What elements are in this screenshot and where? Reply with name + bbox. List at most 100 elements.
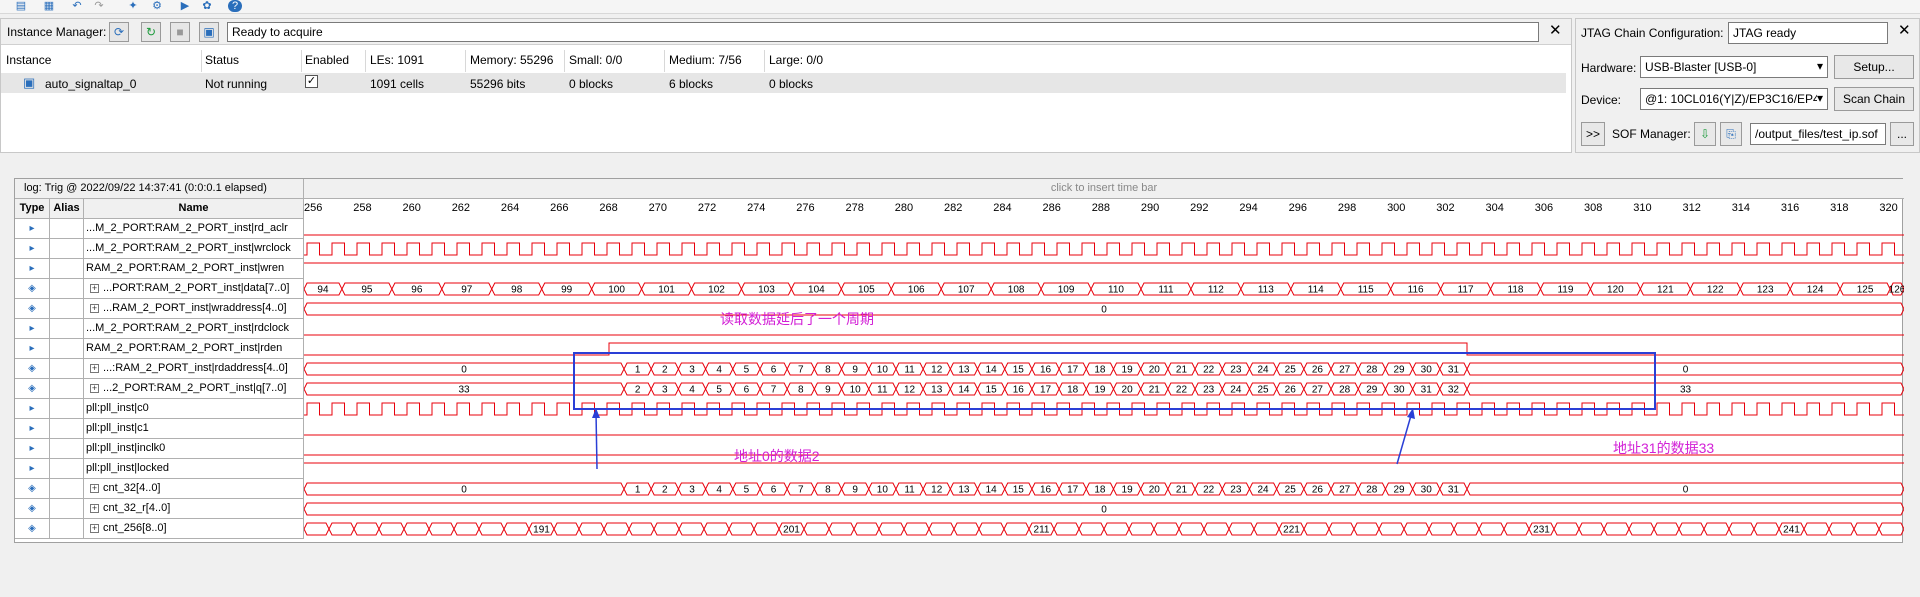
redo-icon[interactable]: ↷ [92,0,106,12]
scan-chain-button[interactable]: Scan Chain [1834,87,1914,111]
col-memory[interactable]: Memory: 55296 [470,53,553,67]
bus-value-label: 4 [716,365,722,376]
col-status[interactable]: Status [205,53,239,67]
name-column-header[interactable]: Name [84,199,304,219]
signal-row[interactable]: ◈ + cnt_256[8..0] [15,519,304,539]
bus-segment [903,522,930,536]
pin-type-icon: ▸ [15,439,50,459]
signal-row[interactable]: ▸ RAM_2_PORT:RAM_2_PORT_inst|rden [15,339,304,359]
col-instance[interactable]: Instance [6,53,51,67]
expand-icon[interactable]: + [90,524,99,533]
expand-icon[interactable]: + [90,484,99,493]
signal-row[interactable]: ▸ ...M_2_PORT:RAM_2_PORT_inst|wrclock [15,239,304,259]
node-finder-icon[interactable]: ✦ [126,0,140,12]
bus-value-label: 0 [1101,505,1107,516]
help-icon[interactable]: ? [228,0,242,12]
bus-type-icon: ◈ [15,279,50,299]
signal-row[interactable]: ◈ + ...2_PORT:RAM_2_PORT_inst|q[7..0] [15,379,304,399]
tick-label: 256 [304,202,323,214]
bus-segment [1628,522,1655,536]
time-bar[interactable]: click to insert time bar [304,179,1904,199]
pin-type-icon: ▸ [15,219,50,239]
signal-name: pll:pll_inst|locked [84,459,304,479]
alias-column-header[interactable]: Alias [50,199,84,219]
signal-row[interactable]: ◈ + cnt_32_r[4..0] [15,499,304,519]
type-column-header[interactable]: Type [15,199,50,219]
tick-label: 286 [1042,202,1061,214]
bus-value-label: 30 [1421,485,1433,496]
waveform-canvas[interactable]: 94 95 96 97 98 99 100 101 102 103 104 105 106 107 108 1… [304,219,1904,544]
stop-button[interactable]: ■ [170,22,190,42]
bus-value-label: 8 [825,485,831,496]
tick-label: 260 [402,202,421,214]
signal-row[interactable]: ◈ + ...PORT:RAM_2_PORT_inst|data[7..0] [15,279,304,299]
signal-row[interactable]: ◈ + ...:RAM_2_PORT_inst|rdaddress[4..0] [15,359,304,379]
program-device-icon[interactable]: ⇩ [1694,122,1716,146]
stop-analysis-icon[interactable]: ✿ [200,0,214,12]
signal-name-text: cnt_32[4..0] [103,482,161,494]
autorun-icon[interactable]: ⚙ [150,0,164,12]
bus-value-label: 10 [877,365,889,376]
bus-value-label: 16 [1013,385,1025,396]
setup-button[interactable]: Setup... [1834,55,1914,79]
bus-segment [603,522,630,536]
refresh-button[interactable]: ↻ [141,22,161,42]
run-icon[interactable]: ▶ [178,0,192,12]
signal-row[interactable]: ▸ ...M_2_PORT:RAM_2_PORT_inst|rd_aclr [15,219,304,239]
tick-label: 268 [599,202,618,214]
signal-row[interactable]: ◈ + cnt_32[4..0] [15,479,304,499]
close-instance-manager-icon[interactable]: ✕ [1549,22,1562,40]
undo-icon[interactable]: ↶ [70,0,84,12]
col-les[interactable]: LEs: 1091 [370,53,424,67]
signal-row[interactable]: ▸ RAM_2_PORT:RAM_2_PORT_inst|wren [15,259,304,279]
attach-icon[interactable]: ⎘ [1720,122,1742,146]
close-jtag-icon[interactable]: ✕ [1898,22,1911,40]
expand-icon[interactable]: + [90,364,99,373]
bus-segment [1503,522,1530,536]
bus-value-label: 30 [1393,385,1405,396]
autodetect-button[interactable]: ⟳ [109,22,129,42]
alias-cell [50,259,84,279]
read-data-button[interactable]: ▣ [199,22,219,42]
expand-button[interactable]: >> [1581,122,1605,146]
alias-cell [50,419,84,439]
sof-file-field[interactable]: /output_files/test_ip.sof [1750,123,1886,145]
expand-icon[interactable]: + [90,504,99,513]
bus-value-label: 0 [1101,305,1107,316]
tick-label: 292 [1190,202,1209,214]
bus-segment [1753,522,1780,536]
signal-row[interactable]: ▸ ...M_2_PORT:RAM_2_PORT_inst|rdclock [15,319,304,339]
signal-row[interactable]: ▸ pll:pll_inst|c1 [15,419,304,439]
expand-icon[interactable]: + [90,384,99,393]
device-select[interactable]: @1: 10CL016(Y|Z)/EP3C16/EP4 ▾ [1640,88,1828,110]
signal-row[interactable]: ▸ pll:pll_inst|c0 [15,399,304,419]
signal-row[interactable]: ▸ pll:pll_inst|locked [15,459,304,479]
bus-segment [728,522,755,536]
col-enabled[interactable]: Enabled [305,53,349,67]
col-large[interactable]: Large: 0/0 [769,53,823,67]
browse-button[interactable]: ... [1890,122,1914,146]
bus-value-label: 33 [1680,385,1692,396]
save-icon[interactable]: ▤ [14,0,28,12]
signal-row[interactable]: ◈ + ...RAM_2_PORT_inst|wraddress[4..0] [15,299,304,319]
bus-value-label: 20 [1149,365,1161,376]
expand-icon[interactable]: + [90,304,99,313]
expand-icon[interactable]: + [90,284,99,293]
open-icon[interactable]: ▦ [42,0,56,12]
pin-type-icon: ▸ [15,399,50,419]
bus-value-label: 11 [904,485,915,496]
arrow-line [1396,411,1413,465]
col-medium[interactable]: Medium: 7/56 [669,53,742,67]
bus-value-label: 5 [744,365,750,376]
bus-value-label: 9 [852,485,858,496]
hardware-select[interactable]: USB-Blaster [USB-0] ▾ [1640,56,1828,78]
bus-value-label: 111 [1158,285,1174,296]
enabled-checkbox[interactable]: ✓ [305,75,318,88]
col-small[interactable]: Small: 0/0 [569,53,622,67]
bus-value-label: 241 [1783,525,1800,536]
bus-segment [753,522,780,536]
signal-row[interactable]: ▸ pll:pll_inst|inclk0 [15,439,304,459]
bus-value-label: 95 [361,285,373,296]
bus-type-icon: ◈ [15,359,50,379]
bus-segment [1678,522,1705,536]
